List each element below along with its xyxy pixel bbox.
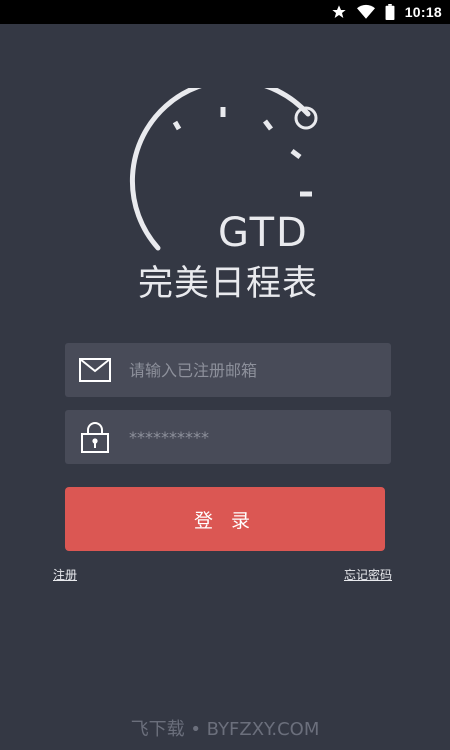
email-field[interactable] — [65, 343, 391, 397]
password-input[interactable] — [129, 410, 379, 464]
logo-title: GTD — [218, 210, 309, 256]
star-icon — [332, 5, 346, 18]
status-bar: 10:18 — [0, 0, 450, 24]
battery-icon — [385, 4, 395, 20]
watermark: 飞下载 • BYFZXY.COM — [130, 719, 320, 740]
logo-ticks — [172, 107, 312, 197]
envelope-icon — [79, 358, 111, 382]
status-icons: 10:18 — [331, 0, 442, 24]
register-link[interactable]: 注册 — [53, 566, 77, 583]
wifi-icon — [356, 4, 375, 19]
logo-subtitle: 完美日程表 — [138, 264, 319, 304]
email-input[interactable] — [129, 343, 379, 397]
password-field[interactable] — [65, 410, 391, 464]
login-button[interactable]: 登 录 — [65, 487, 385, 551]
forgot-password-link[interactable]: 忘记密码 — [344, 566, 392, 583]
status-time: 10:18 — [404, 4, 442, 20]
lock-icon — [81, 422, 109, 453]
